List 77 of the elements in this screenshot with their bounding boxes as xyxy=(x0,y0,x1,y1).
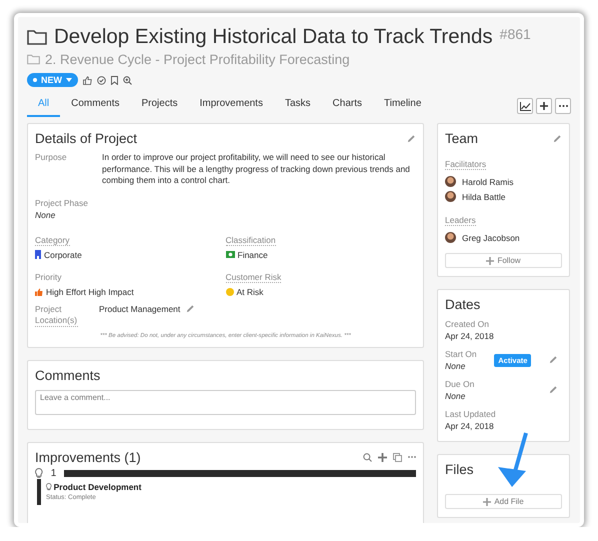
page-title: Develop Existing Historical Data to Track Trends xyxy=(54,25,493,49)
folder-icon xyxy=(27,29,47,45)
copy-icon[interactable] xyxy=(393,452,402,462)
field-value: Corporate xyxy=(44,250,82,260)
plus-icon xyxy=(486,256,494,264)
pencil-icon[interactable] xyxy=(549,385,558,394)
thumbs-up-icon[interactable] xyxy=(83,76,92,84)
avatar-icon xyxy=(445,176,456,187)
improvement-title[interactable]: Product Development xyxy=(54,482,142,492)
dot-icon xyxy=(33,78,37,82)
field-value: At Risk xyxy=(236,286,264,296)
field-value: Finance xyxy=(238,250,268,260)
card-title: Comments xyxy=(35,368,102,382)
date-value: None xyxy=(445,391,466,401)
date-label: Start On xyxy=(445,349,477,359)
field-value: High Effort High Impact xyxy=(46,286,134,296)
pencil-icon[interactable] xyxy=(549,355,558,364)
pencil-icon[interactable] xyxy=(553,134,562,143)
money-icon xyxy=(226,251,234,258)
add-button[interactable] xyxy=(536,98,552,114)
date-label: Created On xyxy=(445,319,490,329)
member-name[interactable]: Harold Ramis xyxy=(462,176,514,186)
plus-icon xyxy=(483,498,492,506)
comment-field[interactable]: Leave a comment... xyxy=(35,390,416,414)
field-label: Project Location(s) xyxy=(35,304,78,326)
purpose-text: In order to improve our project profitability, we will need to see our historical performance. This will be a lengthy progress of tracking down previous trends and combing them into a control chart. xyxy=(102,152,411,186)
item-number: #861 xyxy=(500,26,531,42)
lightbulb-icon xyxy=(46,482,52,490)
field-label: Classification xyxy=(226,234,276,246)
building-icon xyxy=(35,250,41,259)
caret-icon xyxy=(66,78,72,82)
avatar-icon xyxy=(445,232,456,243)
tab[interactable]: Projects xyxy=(130,96,189,117)
plus-icon xyxy=(540,102,548,110)
thumbs-up-icon xyxy=(35,288,43,296)
more-button[interactable] xyxy=(555,98,571,114)
avatar-icon xyxy=(445,191,456,202)
chart-button[interactable] xyxy=(517,98,533,114)
field-label: Priority xyxy=(35,272,62,282)
folder-icon xyxy=(27,54,40,65)
bookmark-icon[interactable] xyxy=(111,76,118,84)
card-title: Team xyxy=(445,131,478,146)
card-title: Files xyxy=(445,462,475,477)
field-label: Project Phase xyxy=(35,198,89,208)
search-icon[interactable] xyxy=(363,452,372,462)
member-name[interactable]: Greg Jacobson xyxy=(462,232,520,242)
field-value: Product Management xyxy=(99,304,180,314)
status-dot-icon xyxy=(226,288,234,296)
member-name[interactable]: Hilda Battle xyxy=(462,192,506,202)
plus-icon xyxy=(378,452,387,462)
pencil-icon[interactable] xyxy=(186,304,196,313)
card-title: Dates xyxy=(445,297,482,312)
group-label: Leaders xyxy=(445,215,476,226)
group-label: Facilitators xyxy=(445,159,486,170)
check-circle-icon[interactable] xyxy=(97,76,106,84)
field-label: Category xyxy=(35,234,70,246)
tab[interactable]: Charts xyxy=(322,96,373,117)
date-label: Last Updated xyxy=(445,409,496,419)
group-count: 1 xyxy=(50,468,56,478)
tab[interactable]: Comments xyxy=(60,96,130,117)
card-title: Improvements (1) xyxy=(35,450,141,464)
tab[interactable]: Tasks xyxy=(274,96,322,117)
date-label: Due On xyxy=(445,379,474,389)
date-value: Apr 24, 2018 xyxy=(445,331,494,341)
card-title: Details of Project xyxy=(35,131,138,146)
follow-button[interactable]: Follow xyxy=(445,253,562,268)
field-label: Customer Risk xyxy=(226,272,282,282)
zoom-icon[interactable] xyxy=(123,76,132,84)
date-value: None xyxy=(445,361,466,371)
field-label: Purpose xyxy=(35,152,68,164)
date-value: Apr 24, 2018 xyxy=(445,421,495,431)
add-file-button[interactable]: Add File xyxy=(445,494,562,509)
tab[interactable]: Improvements xyxy=(188,96,274,117)
field-value: None xyxy=(35,210,56,220)
pencil-icon[interactable] xyxy=(407,134,416,143)
lightbulb-icon xyxy=(35,468,43,478)
tab[interactable]: Timeline xyxy=(372,96,432,117)
